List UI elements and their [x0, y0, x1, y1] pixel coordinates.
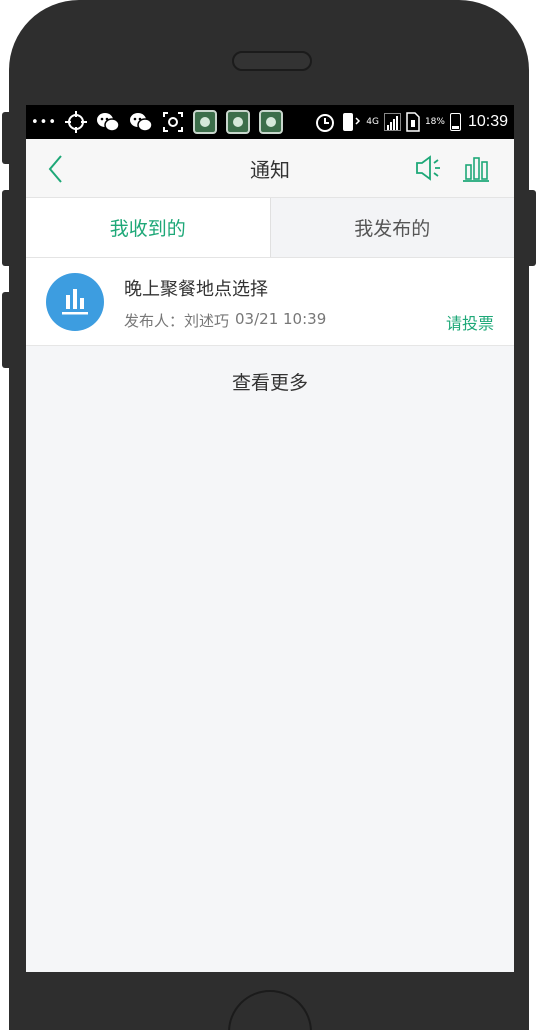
app-icon [226, 110, 250, 134]
app-icon [193, 110, 217, 134]
status-time: 10:39 [467, 113, 508, 130]
notice-meta: 发布人：刘述巧 03/21 10:39 [124, 310, 326, 331]
view-more-link[interactable]: 查看更多 [26, 368, 514, 395]
battery-percent: 18% [424, 117, 445, 127]
power-button [524, 190, 536, 266]
signal-icon [383, 113, 401, 131]
earpiece-speaker [232, 51, 312, 71]
status-bar: ••• 4G 18% 10:39 [26, 105, 514, 139]
alarm-icon [314, 111, 336, 133]
title-bar: 通知 [26, 139, 514, 198]
mute-switch [2, 112, 12, 164]
network-label: 4G [366, 117, 379, 127]
screen: ••• 4G 18% 10:39 通知 我收到的 我发布的 晚上聚餐地点选择 发… [26, 105, 514, 972]
tab-bar: 我收到的 我发布的 [26, 198, 514, 258]
notice-publisher: 发布人：刘述巧 [124, 312, 230, 330]
vibrate-icon [341, 111, 361, 133]
bar-chart-icon[interactable] [462, 153, 490, 183]
notice-time: 03/21 10:39 [235, 310, 327, 328]
vote-link[interactable]: 请投票 [446, 310, 494, 334]
list-item[interactable]: 晚上聚餐地点选择 发布人：刘述巧 03/21 10:39 请投票 [26, 258, 514, 346]
app-icon [259, 110, 283, 134]
volume-up-button [2, 190, 12, 266]
sim-icon [406, 112, 420, 132]
chevron-left-icon[interactable] [44, 153, 68, 185]
notice-title: 晚上聚餐地点选择 [124, 279, 268, 300]
page-title: 通知 [250, 157, 290, 182]
screenshot-icon [162, 111, 184, 133]
wechat-icon [96, 111, 120, 133]
gps-icon [65, 111, 87, 133]
battery-icon [449, 113, 461, 131]
bar-chart-icon [46, 273, 104, 331]
speaker-icon[interactable] [414, 153, 442, 183]
tab-received[interactable]: 我收到的 [26, 198, 270, 257]
tab-published[interactable]: 我发布的 [269, 198, 514, 257]
wechat-icon [129, 111, 153, 133]
volume-down-button [2, 292, 12, 368]
more-dots-icon: ••• [31, 114, 58, 130]
